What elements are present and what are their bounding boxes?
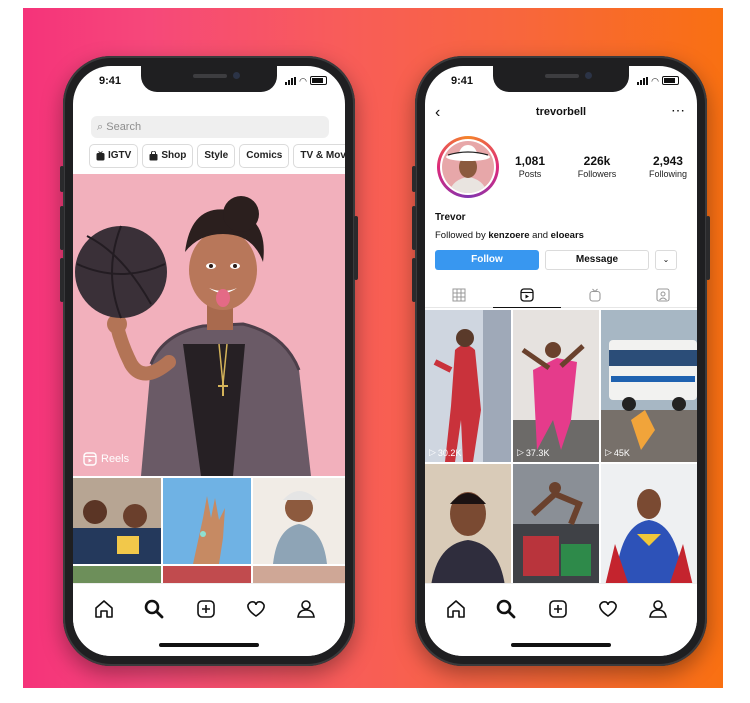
play-icon: ▷	[517, 447, 524, 457]
phone-profile: 9:41 ◠ ‹ trevorbell ⋯ 1,081 Posts 226k F…	[412, 56, 710, 666]
home-indicator	[159, 643, 259, 647]
chip-tv-movies[interactable]: TV & Movie	[293, 144, 345, 168]
stat-posts[interactable]: 1,081 Posts	[515, 154, 545, 179]
signal-icon	[637, 77, 649, 85]
search-icon[interactable]	[143, 598, 165, 620]
chip-style[interactable]: Style	[197, 144, 236, 168]
reel-thumbnail	[425, 310, 511, 462]
reels-label[interactable]: Reels	[83, 452, 129, 466]
explore-post-tile[interactable]	[163, 478, 251, 564]
reel-view-count: ▷ 30.2K	[429, 447, 462, 458]
tab-igtv[interactable]	[561, 282, 629, 308]
play-icon: ▷	[429, 447, 436, 457]
play-icon: ▷	[605, 447, 612, 457]
wifi-icon: ◠	[651, 76, 659, 86]
home-indicator	[511, 643, 611, 647]
chevron-down-icon: ⌄	[662, 255, 670, 264]
wifi-icon: ◠	[299, 76, 307, 86]
shop-bag-icon	[149, 151, 158, 161]
signal-icon	[285, 77, 297, 85]
profile-icon[interactable]	[295, 598, 317, 620]
heart-icon[interactable]	[245, 598, 267, 620]
search-placeholder: Search	[106, 121, 142, 133]
status-time: 9:41	[99, 75, 122, 87]
reel-thumbnail	[513, 464, 599, 586]
profile-stats: 1,081 Posts 226k Followers 2,943 Followi…	[515, 154, 687, 179]
profile-screen: 9:41 ◠ ‹ trevorbell ⋯ 1,081 Posts 226k F…	[425, 66, 697, 656]
promo-background: 9:41 ◠ ⌕ Search IGTV Shop Style Comics T…	[23, 8, 723, 688]
reels-grid: ▷ 30.2K ▷ 37.3K ▷ 45K	[425, 310, 697, 586]
reel-hero-video[interactable]: Reels	[73, 174, 345, 476]
reels-icon	[520, 287, 534, 302]
reel-tile[interactable]: ▷ 30.2K	[425, 310, 511, 462]
igtv-icon	[589, 288, 601, 302]
category-chips: IGTV Shop Style Comics TV & Movie	[89, 144, 345, 168]
suggested-dropdown-button[interactable]: ⌄	[655, 250, 677, 270]
heart-icon[interactable]	[597, 598, 619, 620]
add-post-icon[interactable]	[547, 598, 569, 620]
explore-post-row	[73, 566, 345, 584]
stat-following[interactable]: 2,943 Following	[649, 154, 687, 179]
reel-view-count: ▷ 45K	[605, 447, 630, 458]
reel-tile[interactable]: ▷ 45K	[601, 310, 697, 462]
avatar-image	[442, 141, 494, 193]
chip-comics[interactable]: Comics	[239, 144, 290, 168]
chip-igtv[interactable]: IGTV	[89, 144, 139, 168]
battery-icon	[662, 76, 679, 85]
post-thumbnails	[73, 566, 345, 584]
reel-thumbnail	[601, 464, 697, 586]
followed-by-text: Followed by kenzoere and eloears	[435, 230, 584, 241]
profile-tabs	[425, 282, 697, 308]
explore-post-tile[interactable]	[253, 478, 345, 564]
follower-link[interactable]: kenzoere	[488, 230, 529, 241]
tagged-icon	[656, 287, 670, 302]
search-icon[interactable]	[495, 598, 517, 620]
search-icon: ⌕	[97, 121, 104, 133]
phone-explore: 9:41 ◠ ⌕ Search IGTV Shop Style Comics T…	[60, 56, 358, 666]
message-button[interactable]: Message	[545, 250, 649, 270]
follower-link[interactable]: eloears	[551, 230, 584, 241]
reel-hero-image	[73, 174, 345, 476]
profile-icon[interactable]	[647, 598, 669, 620]
more-options-icon[interactable]: ⋯	[671, 102, 685, 119]
search-input[interactable]: ⌕ Search	[91, 116, 329, 138]
post-thumbnail	[73, 478, 161, 564]
reel-tile[interactable]	[425, 464, 511, 586]
add-post-icon[interactable]	[195, 598, 217, 620]
post-thumbnail	[163, 478, 251, 564]
bottom-tab-bar	[425, 583, 697, 656]
grid-icon	[452, 288, 466, 301]
reels-icon	[83, 452, 97, 466]
reel-tile[interactable]: ▷ 37.3K	[513, 310, 599, 462]
reel-thumbnail	[425, 464, 511, 586]
battery-icon	[310, 76, 327, 85]
reel-tile[interactable]	[513, 464, 599, 586]
igtv-icon	[96, 151, 105, 161]
reel-thumbnail	[601, 310, 697, 462]
profile-username: trevorbell	[535, 106, 587, 118]
post-thumbnail	[253, 478, 345, 564]
reel-tile[interactable]	[601, 464, 697, 586]
profile-avatar[interactable]	[437, 136, 499, 198]
reel-view-count: ▷ 37.3K	[517, 447, 550, 458]
chip-shop[interactable]: Shop	[142, 144, 194, 168]
tab-grid[interactable]	[425, 282, 493, 308]
home-icon[interactable]	[93, 598, 115, 620]
tab-reels[interactable]	[493, 282, 561, 308]
explore-post-tile[interactable]	[73, 478, 161, 564]
explore-screen: 9:41 ◠ ⌕ Search IGTV Shop Style Comics T…	[73, 66, 345, 656]
tab-tagged[interactable]	[629, 282, 697, 308]
profile-actions: Follow Message ⌄	[435, 250, 687, 272]
home-icon[interactable]	[445, 598, 467, 620]
bottom-tab-bar	[73, 583, 345, 656]
reel-thumbnail	[513, 310, 599, 462]
explore-feed: Reels	[73, 174, 345, 584]
profile-header: ‹ trevorbell ⋯	[425, 102, 697, 126]
follow-button[interactable]: Follow	[435, 250, 539, 270]
status-time: 9:41	[451, 75, 474, 87]
stat-followers[interactable]: 226k Followers	[578, 154, 617, 179]
profile-display-name: Trevor	[435, 212, 466, 223]
